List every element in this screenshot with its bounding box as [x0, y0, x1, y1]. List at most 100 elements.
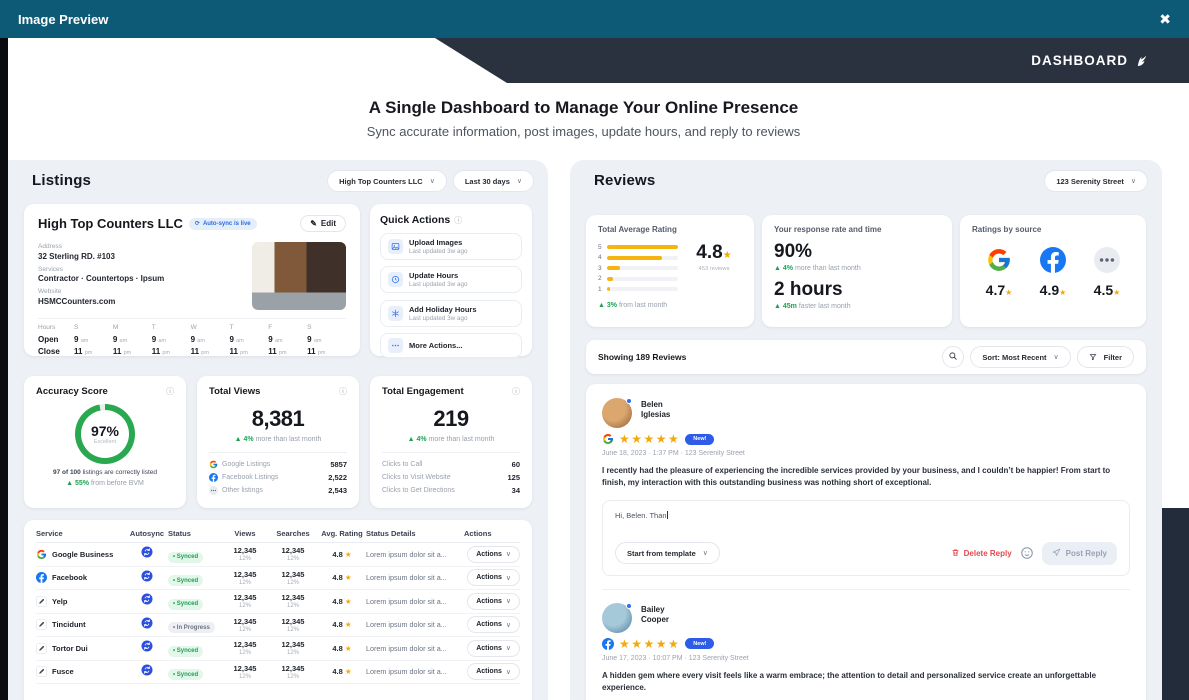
star-icon: ★ [1005, 288, 1013, 297]
review-meta: June 17, 2023 · 10:07 PM · 123 Serenity … [602, 654, 749, 662]
response-rate-title: Your response rate and time [774, 225, 882, 234]
sync-icon[interactable] [141, 592, 153, 605]
google-icon [209, 460, 218, 469]
search-button[interactable] [942, 346, 965, 368]
pencil-icon [36, 595, 47, 607]
star-rating: ★★★★★ [619, 432, 681, 446]
row-actions-button[interactable]: Actions ∨ [467, 639, 520, 657]
hours-day-column: F 9 am 11 pm [268, 324, 287, 356]
open-label: Open [38, 335, 59, 344]
accuracy-title: Accuracy Score [36, 386, 108, 397]
close-icon[interactable]: ✖ [1159, 11, 1171, 28]
table-row: Yelp Synced 12,34512% 12,34512% 4.8 ★ Lo… [36, 590, 520, 614]
rating-bar: 4 [598, 253, 678, 264]
reviews-panel: Reviews 123 Serenity Street ∨ Total Aver… [570, 160, 1162, 700]
row-actions-button[interactable]: Actions ∨ [467, 616, 520, 634]
status-badge: Synced [168, 575, 204, 587]
average-rating-delta: ▲ 3% from last month [598, 301, 668, 309]
text-cursor [666, 510, 668, 519]
business-photo [252, 242, 346, 310]
review-text: A hidden gem where every visit feels lik… [602, 670, 1097, 693]
engagement-row: Clicks to Get Directions 34 [382, 486, 520, 495]
quick-action-button[interactable]: Update Hours Last updated 3w ago [380, 266, 522, 293]
row-actions-button[interactable]: Actions ∨ [467, 592, 520, 610]
divider [602, 588, 1130, 590]
post-reply-button[interactable]: Post Reply [1041, 541, 1117, 565]
preview-left-gutter [0, 38, 8, 700]
background-strip [1162, 508, 1189, 700]
sync-icon[interactable] [141, 545, 153, 558]
review-text: I recently had the pleasure of experienc… [602, 466, 1111, 488]
hours-table: Hours Open Close S 9 am 11 pm M 9 am 11 … [38, 318, 346, 359]
sync-icon: ⟳ [194, 221, 200, 227]
accuracy-delta: ▲ 55% from before BVM [66, 480, 144, 487]
hours-day-column: S 9 am 11 pm [74, 324, 93, 356]
views-source-row: Other listings 2,543 [209, 484, 347, 497]
modal-titlebar: Image Preview ✖ [0, 0, 1189, 38]
source-rating: 4.9★ [1030, 247, 1076, 298]
sync-icon[interactable] [141, 616, 153, 629]
trash-icon [951, 548, 960, 559]
quick-action-button[interactable]: Add Holiday Hours Last updated 3w ago [380, 299, 522, 327]
reply-draft-text: Hi, Belen. Than [615, 510, 667, 520]
star-icon: ★ [344, 643, 352, 653]
sort-dropdown[interactable]: Sort: Most Recent ∨ [970, 346, 1071, 368]
column-header: Autosync [129, 528, 165, 538]
chevron-down-icon: ∨ [1053, 354, 1059, 361]
row-actions-button[interactable]: Actions ∨ [467, 663, 520, 681]
review-item: Belen Iglesias ★★★★★ New! June 18, 2023 … [602, 398, 1130, 576]
chevron-down-icon: ∨ [516, 178, 522, 185]
chevron-down-icon: ∨ [505, 598, 511, 606]
avatar [602, 398, 632, 428]
edit-button[interactable]: ✎ Edit [300, 215, 346, 232]
chevron-down-icon: ∨ [505, 645, 511, 653]
reply-editor[interactable]: Hi, Belen. Than Start from template ∨ De… [602, 499, 1130, 576]
template-dropdown[interactable]: Start from template ∨ [615, 542, 720, 565]
delta-up-icon: ▲ [234, 436, 242, 443]
sync-icon[interactable] [141, 639, 153, 652]
chevron-down-icon: ∨ [429, 178, 435, 185]
dots-icon [1094, 247, 1120, 273]
delete-reply-button[interactable]: Delete Reply [951, 548, 1012, 559]
facebook-icon [209, 473, 218, 482]
date-range-dropdown[interactable]: Last 30 days ∨ [452, 170, 534, 192]
website-value: HSMCCounters.com [38, 296, 116, 306]
google-icon [36, 549, 47, 560]
column-header: Avg. Rating [321, 528, 363, 538]
filter-button[interactable]: Filter [1076, 346, 1134, 368]
google-icon [602, 433, 614, 445]
new-badge: New! [685, 638, 715, 650]
quick-action-button[interactable]: Upload Images Last updated 3w ago [380, 232, 522, 260]
source-rating: 4.5★ [1084, 247, 1130, 298]
facebook-icon [602, 637, 614, 650]
delta-up-icon: ▲ [66, 480, 74, 487]
row-actions-button[interactable]: Actions ∨ [467, 569, 520, 587]
source-rating: 4.7★ [976, 247, 1022, 298]
response-rate-value: 90% [774, 241, 813, 262]
review-item: Bailey Cooper ★★★★★ New! June 17, 2023 ·… [602, 602, 1130, 700]
facebook-icon [1040, 247, 1066, 274]
clock-icon [388, 272, 403, 287]
hours-day-column: M 9 am 11 pm [112, 324, 132, 356]
sync-icon[interactable] [141, 663, 153, 676]
location-dropdown[interactable]: 123 Serenity Street ∨ [1044, 170, 1148, 192]
emoji-button[interactable] [1020, 546, 1034, 560]
business-dropdown[interactable]: High Top Counters LLC ∨ [327, 170, 447, 192]
chevron-down-icon: ∨ [702, 550, 708, 558]
table-row: Tortor Dui Synced 12,34512% 12,34512% 4.… [36, 637, 520, 661]
info-icon: ⓘ [454, 215, 463, 225]
star-rating: ★★★★★ [619, 636, 681, 651]
views-source-row: Facebook Listings 2,522 [209, 471, 347, 484]
star-icon: ★ [1059, 288, 1067, 297]
hours-day-column: S 9 am 11 pm [307, 324, 326, 356]
showing-count: Showing 189 Reviews [598, 352, 687, 362]
quick-action-button[interactable]: More Actions... [380, 333, 522, 358]
pencil-icon [36, 619, 47, 631]
quick-actions-title: Quick Actions [380, 214, 451, 226]
reviewer-first-name: Bailey [641, 604, 665, 614]
column-header: Actions [464, 528, 492, 538]
row-actions-button[interactable]: Actions ∨ [467, 545, 520, 563]
column-header: Status [168, 528, 191, 538]
sync-icon[interactable] [141, 569, 153, 582]
status-badge: Synced [168, 669, 204, 681]
